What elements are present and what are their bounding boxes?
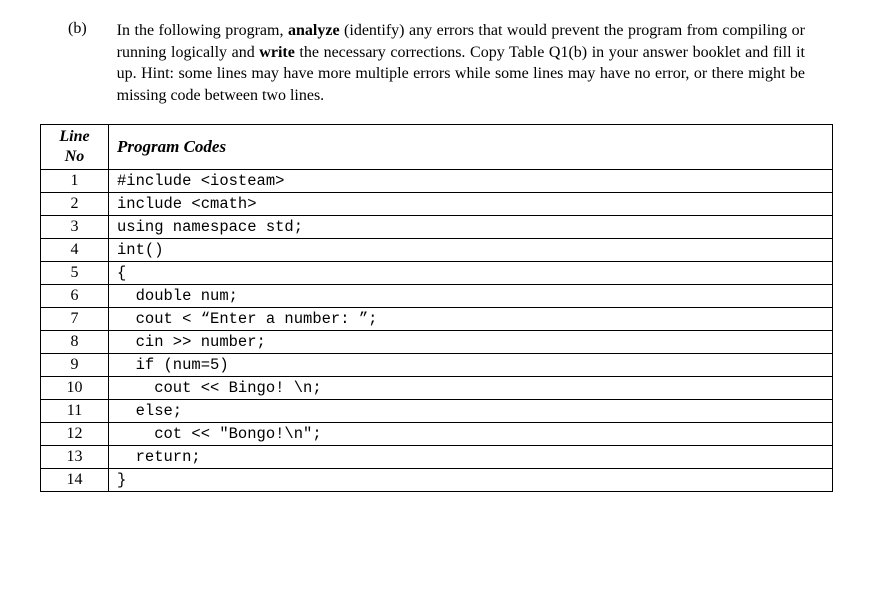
code-cell: double num; <box>109 285 833 308</box>
qtext-write: write <box>259 44 295 61</box>
line-no-cell: 3 <box>41 216 109 239</box>
code-cell: return; <box>109 446 833 469</box>
code-cell: cout < “Enter a number: ”; <box>109 308 833 331</box>
line-no-cell: 12 <box>41 423 109 446</box>
code-cell: #include <iosteam> <box>109 170 833 193</box>
table-body: 1 #include <iosteam> 2 include <cmath> 3… <box>41 170 833 492</box>
code-cell: { <box>109 262 833 285</box>
question-block: (b) In the following program, analyze (i… <box>40 20 833 106</box>
table-row: 9 if (num=5) <box>41 354 833 377</box>
line-no-cell: 14 <box>41 469 109 492</box>
table-row: 12 cot << "Bongo!\n"; <box>41 423 833 446</box>
line-no-cell: 1 <box>41 170 109 193</box>
line-no-cell: 5 <box>41 262 109 285</box>
table-row: 11 else; <box>41 400 833 423</box>
code-cell: using namespace std; <box>109 216 833 239</box>
table-header-row: Line No Program Codes <box>41 125 833 170</box>
code-cell: int() <box>109 239 833 262</box>
header-program-codes: Program Codes <box>109 125 833 170</box>
program-codes-table: Line No Program Codes 1 #include <iostea… <box>40 124 833 492</box>
line-no-cell: 11 <box>41 400 109 423</box>
code-cell: if (num=5) <box>109 354 833 377</box>
line-no-cell: 13 <box>41 446 109 469</box>
code-cell: else; <box>109 400 833 423</box>
qtext-analyze: analyze <box>288 22 340 39</box>
code-cell: cot << "Bongo!\n"; <box>109 423 833 446</box>
code-cell: cin >> number; <box>109 331 833 354</box>
question-label: (b) <box>68 20 87 106</box>
table-row: 4 int() <box>41 239 833 262</box>
question-text: In the following program, analyze (ident… <box>117 20 805 106</box>
line-no-cell: 2 <box>41 193 109 216</box>
table-row: 10 cout << Bingo! \n; <box>41 377 833 400</box>
qtext-part1: In the following program, <box>117 22 288 39</box>
line-no-cell: 10 <box>41 377 109 400</box>
table-row: 8 cin >> number; <box>41 331 833 354</box>
line-no-cell: 8 <box>41 331 109 354</box>
code-cell: include <cmath> <box>109 193 833 216</box>
table-row: 7 cout < “Enter a number: ”; <box>41 308 833 331</box>
line-no-cell: 4 <box>41 239 109 262</box>
line-no-cell: 9 <box>41 354 109 377</box>
table-row: 2 include <cmath> <box>41 193 833 216</box>
table-row: 6 double num; <box>41 285 833 308</box>
qtext-identify: (identify) <box>340 22 405 39</box>
table-row: 1 #include <iosteam> <box>41 170 833 193</box>
table-row: 5 { <box>41 262 833 285</box>
table-row: 13 return; <box>41 446 833 469</box>
header-line-no: Line No <box>41 125 109 170</box>
table-row: 14 } <box>41 469 833 492</box>
header-lineno-l2: No <box>65 148 85 165</box>
line-no-cell: 6 <box>41 285 109 308</box>
code-cell: cout << Bingo! \n; <box>109 377 833 400</box>
line-no-cell: 7 <box>41 308 109 331</box>
header-lineno-l1: Line <box>59 128 89 145</box>
code-cell: } <box>109 469 833 492</box>
table-row: 3 using namespace std; <box>41 216 833 239</box>
